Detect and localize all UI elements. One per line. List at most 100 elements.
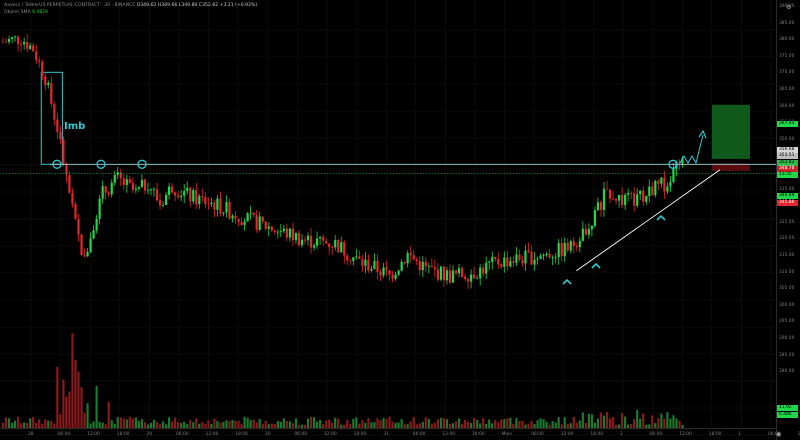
candle-body	[13, 36, 17, 38]
candle-body	[110, 182, 113, 195]
candle-body	[651, 186, 654, 196]
candle-body	[617, 195, 621, 201]
volume-bar	[23, 422, 26, 428]
volume-bar	[77, 371, 80, 428]
chart-header-volume: Objem SMA 6.482K	[4, 10, 48, 15]
volume-bar	[352, 418, 355, 428]
time-axis-tick: 28	[28, 432, 34, 437]
candle-body	[183, 191, 186, 196]
candle-body	[29, 45, 32, 49]
volume-bar	[83, 412, 86, 428]
candle-body	[192, 190, 195, 202]
candle-body	[500, 264, 503, 267]
volume-tag-a: 11.92	[777, 405, 798, 411]
candle-body	[633, 193, 636, 206]
candle-body	[346, 255, 349, 261]
eye-icon[interactable]: ◉	[776, 431, 781, 438]
candle-body	[291, 228, 295, 241]
volume-bar	[258, 419, 261, 428]
volume-bar	[4, 417, 8, 428]
candle-body	[294, 233, 298, 241]
volume-bar	[222, 421, 225, 428]
volume-bar	[578, 420, 581, 428]
volume-bar	[654, 423, 657, 428]
volume-bar	[128, 416, 131, 428]
candle-body	[216, 198, 219, 210]
volume-bar	[488, 419, 491, 428]
candle-body	[488, 262, 491, 263]
candle-body	[161, 204, 165, 206]
volume-bar	[584, 422, 587, 428]
candle-body	[86, 252, 89, 257]
volume-bar	[388, 416, 391, 428]
candle-body	[143, 179, 147, 191]
price-axis-tick: 380.00	[779, 37, 795, 43]
candle-body	[352, 257, 355, 262]
candle-body	[240, 222, 243, 226]
volume-bar	[494, 419, 497, 428]
candle-body	[451, 270, 455, 283]
volume-bar	[131, 418, 134, 428]
volume-bar	[246, 417, 249, 428]
volume-bar	[370, 422, 373, 428]
candle-body	[282, 228, 285, 232]
volume-bar	[445, 419, 449, 428]
volume-bar	[47, 420, 50, 428]
volume-bar	[355, 417, 358, 428]
candle-body	[385, 267, 388, 271]
candle-body	[672, 168, 675, 183]
volume-bar	[645, 424, 648, 428]
candle-body	[198, 196, 201, 205]
volume-bar	[1, 422, 5, 428]
volume-bar	[116, 417, 119, 428]
volume-bar	[152, 419, 156, 428]
candle-body	[361, 259, 364, 266]
gear-icon[interactable]: ⚙	[786, 4, 791, 11]
candle-body	[457, 268, 461, 274]
imbalance-label: Imb	[64, 121, 86, 132]
volume-bar	[340, 424, 343, 428]
volume-bar	[382, 418, 385, 428]
candle-body	[554, 257, 557, 258]
time-axis-tick: 18:00	[235, 432, 248, 437]
volume-bar	[599, 412, 603, 428]
candle-body	[134, 188, 137, 190]
time-axis-tick: 2	[620, 432, 623, 437]
candle-body	[101, 186, 104, 199]
candle-body	[23, 42, 26, 45]
volume-bar	[346, 419, 349, 428]
volume-bar	[633, 419, 636, 428]
candle-body	[376, 260, 379, 272]
volume-bar	[155, 421, 159, 428]
time-axis-tick: 12:00	[679, 432, 692, 437]
candle-body	[497, 258, 500, 265]
candle-body	[575, 245, 578, 248]
volume-bar	[605, 411, 609, 428]
volume-bar	[74, 359, 77, 428]
target-zone-box	[712, 104, 750, 159]
candle-body	[41, 61, 44, 77]
time-axis-tick: Main	[501, 432, 513, 437]
volume-bar	[180, 422, 183, 428]
candle-body	[421, 261, 424, 271]
volume-bar	[424, 417, 427, 428]
volume-bar	[210, 424, 213, 428]
candle-body	[596, 202, 600, 211]
volume-bar	[500, 419, 503, 428]
volume-bar	[473, 417, 476, 428]
price-axis-tick: 280.00	[779, 369, 795, 375]
time-axis-tick: 06:00	[294, 432, 308, 437]
volume-bar	[122, 418, 125, 428]
candle-body	[391, 274, 394, 279]
volume-bar	[104, 424, 107, 428]
time-axis-tick: 12:00	[205, 432, 219, 437]
volume-bar	[560, 424, 563, 428]
candle-body	[131, 183, 134, 190]
volume-bar	[527, 423, 530, 428]
price-chart[interactable]	[0, 0, 800, 440]
volume-bar	[663, 418, 666, 428]
candle-body	[152, 189, 156, 191]
candle-body	[104, 186, 107, 193]
volume-bar	[86, 403, 89, 428]
candle-body	[77, 219, 80, 235]
